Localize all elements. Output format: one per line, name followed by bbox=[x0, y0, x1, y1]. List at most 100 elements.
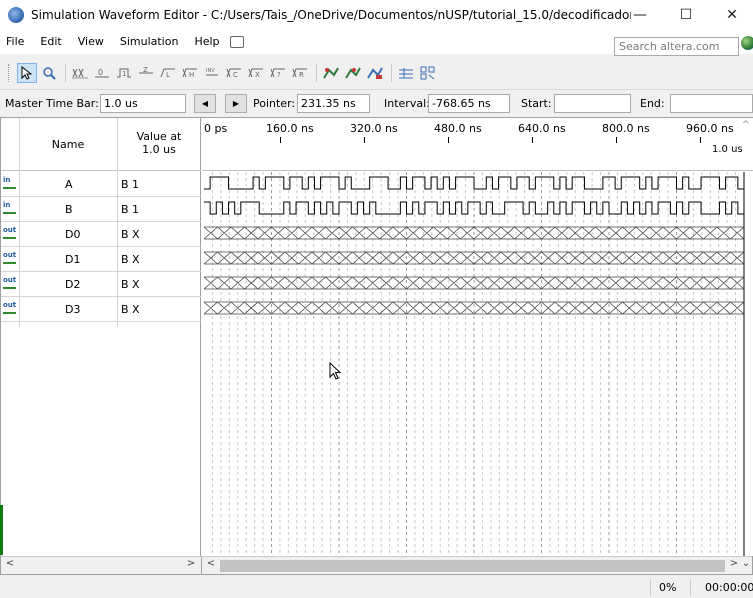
force-high-icon[interactable]: 1 bbox=[114, 63, 134, 83]
output-pin-icon: out bbox=[3, 302, 17, 316]
end-field[interactable] bbox=[670, 94, 753, 113]
menu-view[interactable]: View bbox=[70, 30, 112, 54]
run-functional-simulation-icon[interactable] bbox=[321, 63, 341, 83]
signal-row[interactable]: in B B 1 bbox=[1, 197, 201, 222]
mouse-cursor-icon bbox=[329, 362, 342, 380]
signal-name[interactable]: B bbox=[65, 203, 73, 216]
ruler-tick-label: 320.0 ns bbox=[350, 122, 398, 135]
ruler-tick-mark bbox=[532, 137, 533, 143]
interval-field[interactable]: -768.65 ns bbox=[428, 94, 510, 113]
hscroll-thumb[interactable] bbox=[220, 560, 725, 572]
search-input[interactable]: Search altera.com bbox=[614, 37, 739, 56]
pin-direction-label: out bbox=[3, 276, 17, 284]
waveform-pane[interactable]: 0 ps 160.0 ns 320.0 ns 480.0 ns 640.0 ns 800.… bbox=[202, 118, 753, 556]
random-value-icon[interactable]: ? bbox=[268, 63, 288, 83]
minimize-button[interactable]: — bbox=[617, 0, 663, 30]
signal-row[interactable]: in A B 1 bbox=[1, 172, 201, 197]
svg-text:?: ? bbox=[277, 71, 281, 79]
start-label: Start: bbox=[521, 97, 552, 110]
generate-netlist-icon[interactable] bbox=[365, 63, 385, 83]
signal-name[interactable]: D1 bbox=[65, 253, 80, 266]
snap-to-grid-icon[interactable] bbox=[418, 63, 438, 83]
invert-icon[interactable]: INV bbox=[202, 63, 222, 83]
signal-table-header: Name Value at 1.0 us bbox=[1, 118, 201, 171]
weak-high-icon[interactable]: H bbox=[180, 63, 200, 83]
signal-value: B 1 bbox=[121, 178, 140, 191]
signal-value: B 1 bbox=[121, 203, 140, 216]
selection-tool-icon[interactable] bbox=[17, 63, 37, 83]
input-pin-icon: in bbox=[3, 177, 17, 191]
signal-list-pane: Name Value at 1.0 us in A B 1 in B B 1 out D0 B … bbox=[1, 118, 201, 556]
signal-name[interactable]: A bbox=[65, 178, 73, 191]
svg-text:H: H bbox=[189, 71, 194, 79]
value-column-header[interactable]: Value at 1.0 us bbox=[118, 130, 200, 156]
waveform-panel: Name Value at 1.0 us in A B 1 in B B 1 out D0 B … bbox=[0, 117, 753, 575]
signal-name[interactable]: D0 bbox=[65, 228, 80, 241]
maximize-button[interactable]: ☐ bbox=[663, 0, 709, 30]
help-chat-icon[interactable] bbox=[229, 36, 244, 48]
globe-icon[interactable] bbox=[741, 36, 753, 50]
scroll-up-arrow-icon[interactable]: ^ bbox=[742, 120, 750, 130]
pointer-field[interactable]: 231.35 ns bbox=[297, 94, 370, 113]
output-pin-icon: out bbox=[3, 227, 17, 241]
master-time-bar-field[interactable]: 1.0 us bbox=[100, 94, 186, 113]
ruler-tick-mark bbox=[616, 137, 617, 143]
waveform-hscroll[interactable]: < > ⌄ bbox=[202, 556, 752, 574]
zoom-tool-icon[interactable] bbox=[39, 63, 59, 83]
signal-name[interactable]: D2 bbox=[65, 278, 80, 291]
force-low-icon[interactable]: 0 bbox=[92, 63, 112, 83]
scroll-right-arrow-icon[interactable]: > bbox=[184, 558, 198, 569]
pin-direction-label: in bbox=[3, 201, 11, 209]
pin-direction-label: out bbox=[3, 301, 17, 309]
waveform-canvas[interactable] bbox=[202, 172, 753, 556]
close-button[interactable]: ✕ bbox=[709, 0, 753, 30]
title-bar: Simulation Waveform Editor - C:/Users/Ta… bbox=[0, 0, 753, 30]
menu-help[interactable]: Help bbox=[186, 30, 227, 54]
signal-row[interactable]: out D3 B X bbox=[1, 297, 201, 322]
unknown-value-icon[interactable] bbox=[70, 63, 90, 83]
ruler-tick-label: 0 ps bbox=[204, 122, 228, 135]
output-pin-icon: out bbox=[3, 252, 17, 266]
signal-row[interactable]: out D1 B X bbox=[1, 247, 201, 272]
start-field[interactable] bbox=[554, 94, 631, 113]
pin-direction-label: in bbox=[3, 176, 11, 184]
weak-low-icon[interactable]: L bbox=[158, 63, 178, 83]
menu-simulation[interactable]: Simulation bbox=[112, 30, 187, 54]
prev-transition-button[interactable]: ◀ bbox=[194, 94, 216, 113]
count-value-icon[interactable]: C bbox=[224, 63, 244, 83]
svg-text:X: X bbox=[255, 71, 260, 79]
svg-text:R: R bbox=[299, 71, 304, 79]
elapsed-time: 00:00:00 bbox=[705, 581, 753, 594]
signal-list-hscroll[interactable]: < > bbox=[1, 556, 202, 574]
run-timing-simulation-icon[interactable] bbox=[343, 63, 363, 83]
progress-percent: 0% bbox=[659, 581, 677, 594]
status-bar: 0% 00:00:00 bbox=[0, 577, 753, 598]
menu-edit[interactable]: Edit bbox=[32, 30, 69, 54]
grid-settings-icon[interactable] bbox=[396, 63, 416, 83]
ruler-tick-label: 480.0 ns bbox=[434, 122, 482, 135]
scroll-left-arrow-icon[interactable]: < bbox=[204, 558, 218, 569]
svg-text:L: L bbox=[166, 71, 170, 79]
svg-text:Z: Z bbox=[143, 67, 148, 74]
ruler-tick-mark bbox=[700, 137, 701, 143]
signal-name[interactable]: D3 bbox=[65, 303, 80, 316]
signal-value: B X bbox=[121, 253, 140, 266]
time-ruler[interactable]: 0 ps 160.0 ns 320.0 ns 480.0 ns 640.0 ns 800.… bbox=[202, 118, 753, 171]
scroll-left-arrow-icon[interactable]: < bbox=[3, 558, 17, 569]
next-transition-button[interactable]: ▶ bbox=[225, 94, 247, 113]
pin-direction-label: out bbox=[3, 226, 17, 234]
ruler-tick-mark bbox=[280, 137, 281, 143]
signal-row[interactable]: out D2 B X bbox=[1, 272, 201, 297]
scroll-down-arrow-icon[interactable]: ⌄ bbox=[739, 558, 753, 569]
input-pin-icon: in bbox=[3, 202, 17, 216]
svg-text:0: 0 bbox=[98, 68, 103, 77]
arbitrary-value-icon[interactable]: X bbox=[246, 63, 266, 83]
signal-row[interactable]: out D0 B X bbox=[1, 222, 201, 247]
name-column-header[interactable]: Name bbox=[19, 138, 117, 151]
high-impedance-icon[interactable]: Z bbox=[136, 63, 156, 83]
value-header-line2: 1.0 us bbox=[142, 143, 176, 156]
master-time-marker-label: 1.0 us bbox=[712, 144, 743, 155]
signal-value: B X bbox=[121, 278, 140, 291]
clock-value-icon[interactable]: R bbox=[290, 63, 310, 83]
menu-file[interactable]: File bbox=[0, 30, 32, 54]
